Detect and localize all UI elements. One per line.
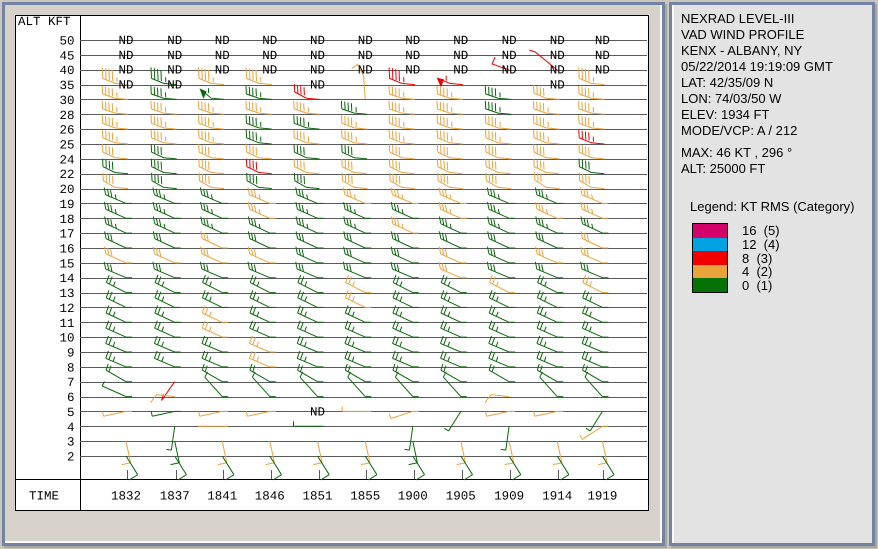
svg-text:ND: ND [595,64,610,78]
svg-text:ND: ND [550,49,565,63]
svg-text:6: 6 [67,391,75,405]
svg-text:ND: ND [502,64,517,78]
svg-text:ND: ND [118,79,133,93]
svg-text:ND: ND [310,49,325,63]
svg-text:1832: 1832 [111,490,141,504]
svg-text:ND: ND [167,79,182,93]
svg-text:7: 7 [67,376,75,390]
svg-text:ND: ND [262,34,277,48]
svg-text:20: 20 [59,183,74,197]
svg-text:ND: ND [453,34,468,48]
svg-text:ND: ND [118,34,133,48]
svg-text:25: 25 [59,139,74,153]
svg-text:4: 4 [67,421,75,435]
svg-text:35: 35 [59,79,74,93]
svg-text:ND: ND [262,64,277,78]
svg-text:1851: 1851 [302,490,332,504]
svg-text:ND: ND [502,49,517,63]
svg-text:ND: ND [310,79,325,93]
svg-text:45: 45 [59,49,74,63]
svg-text:1841: 1841 [207,490,237,504]
svg-text:ND: ND [550,34,565,48]
svg-text:ND: ND [167,34,182,48]
svg-text:ND: ND [405,34,420,48]
svg-text:ND: ND [215,49,230,63]
svg-text:14: 14 [59,272,74,286]
svg-text:10: 10 [59,332,74,346]
svg-text:ND: ND [118,49,133,63]
svg-text:19: 19 [59,198,74,212]
svg-text:ND: ND [262,49,277,63]
svg-text:ND: ND [215,34,230,48]
svg-text:1846: 1846 [255,490,285,504]
svg-text:12: 12 [59,302,74,316]
svg-text:2: 2 [67,451,75,465]
svg-text:ND: ND [502,34,517,48]
svg-text:8: 8 [67,361,75,375]
svg-text:ND: ND [167,64,182,78]
svg-text:1919: 1919 [587,490,617,504]
svg-text:26: 26 [59,124,74,138]
svg-text:1837: 1837 [160,490,190,504]
svg-text:ND: ND [310,405,325,419]
svg-text:11: 11 [59,317,74,331]
svg-text:1914: 1914 [542,490,572,504]
svg-text:28: 28 [59,109,74,123]
svg-text:ND: ND [358,34,373,48]
svg-text:24: 24 [59,153,74,167]
svg-text:18: 18 [59,213,74,227]
svg-text:ND: ND [405,49,420,63]
svg-text:ND: ND [453,49,468,63]
svg-text:ND: ND [595,34,610,48]
svg-text:ND: ND [358,64,373,78]
svg-text:ND: ND [595,49,610,63]
svg-text:5: 5 [67,406,75,420]
svg-text:1855: 1855 [350,490,380,504]
svg-text:1905: 1905 [446,490,476,504]
svg-text:ND: ND [405,64,420,78]
svg-text:ND: ND [310,64,325,78]
svg-text:50: 50 [59,35,74,49]
svg-text:TIME: TIME [29,490,59,504]
svg-text:15: 15 [59,257,74,271]
svg-text:1900: 1900 [398,490,428,504]
svg-text:ND: ND [167,49,182,63]
svg-text:3: 3 [67,436,75,450]
svg-text:16: 16 [59,243,74,257]
svg-text:22: 22 [59,168,74,182]
svg-text:30: 30 [59,94,74,108]
svg-text:ND: ND [215,64,230,78]
svg-text:ND: ND [550,64,565,78]
svg-text:9: 9 [67,347,75,361]
svg-text:ND: ND [453,64,468,78]
svg-text:ND: ND [550,79,565,93]
svg-text:17: 17 [59,228,74,242]
svg-text:40: 40 [59,64,74,78]
svg-text:ND: ND [310,34,325,48]
svg-text:ND: ND [358,49,373,63]
svg-text:ALT KFT: ALT KFT [18,15,71,29]
svg-text:ND: ND [118,64,133,78]
svg-text:1909: 1909 [494,490,524,504]
svg-text:13: 13 [59,287,74,301]
